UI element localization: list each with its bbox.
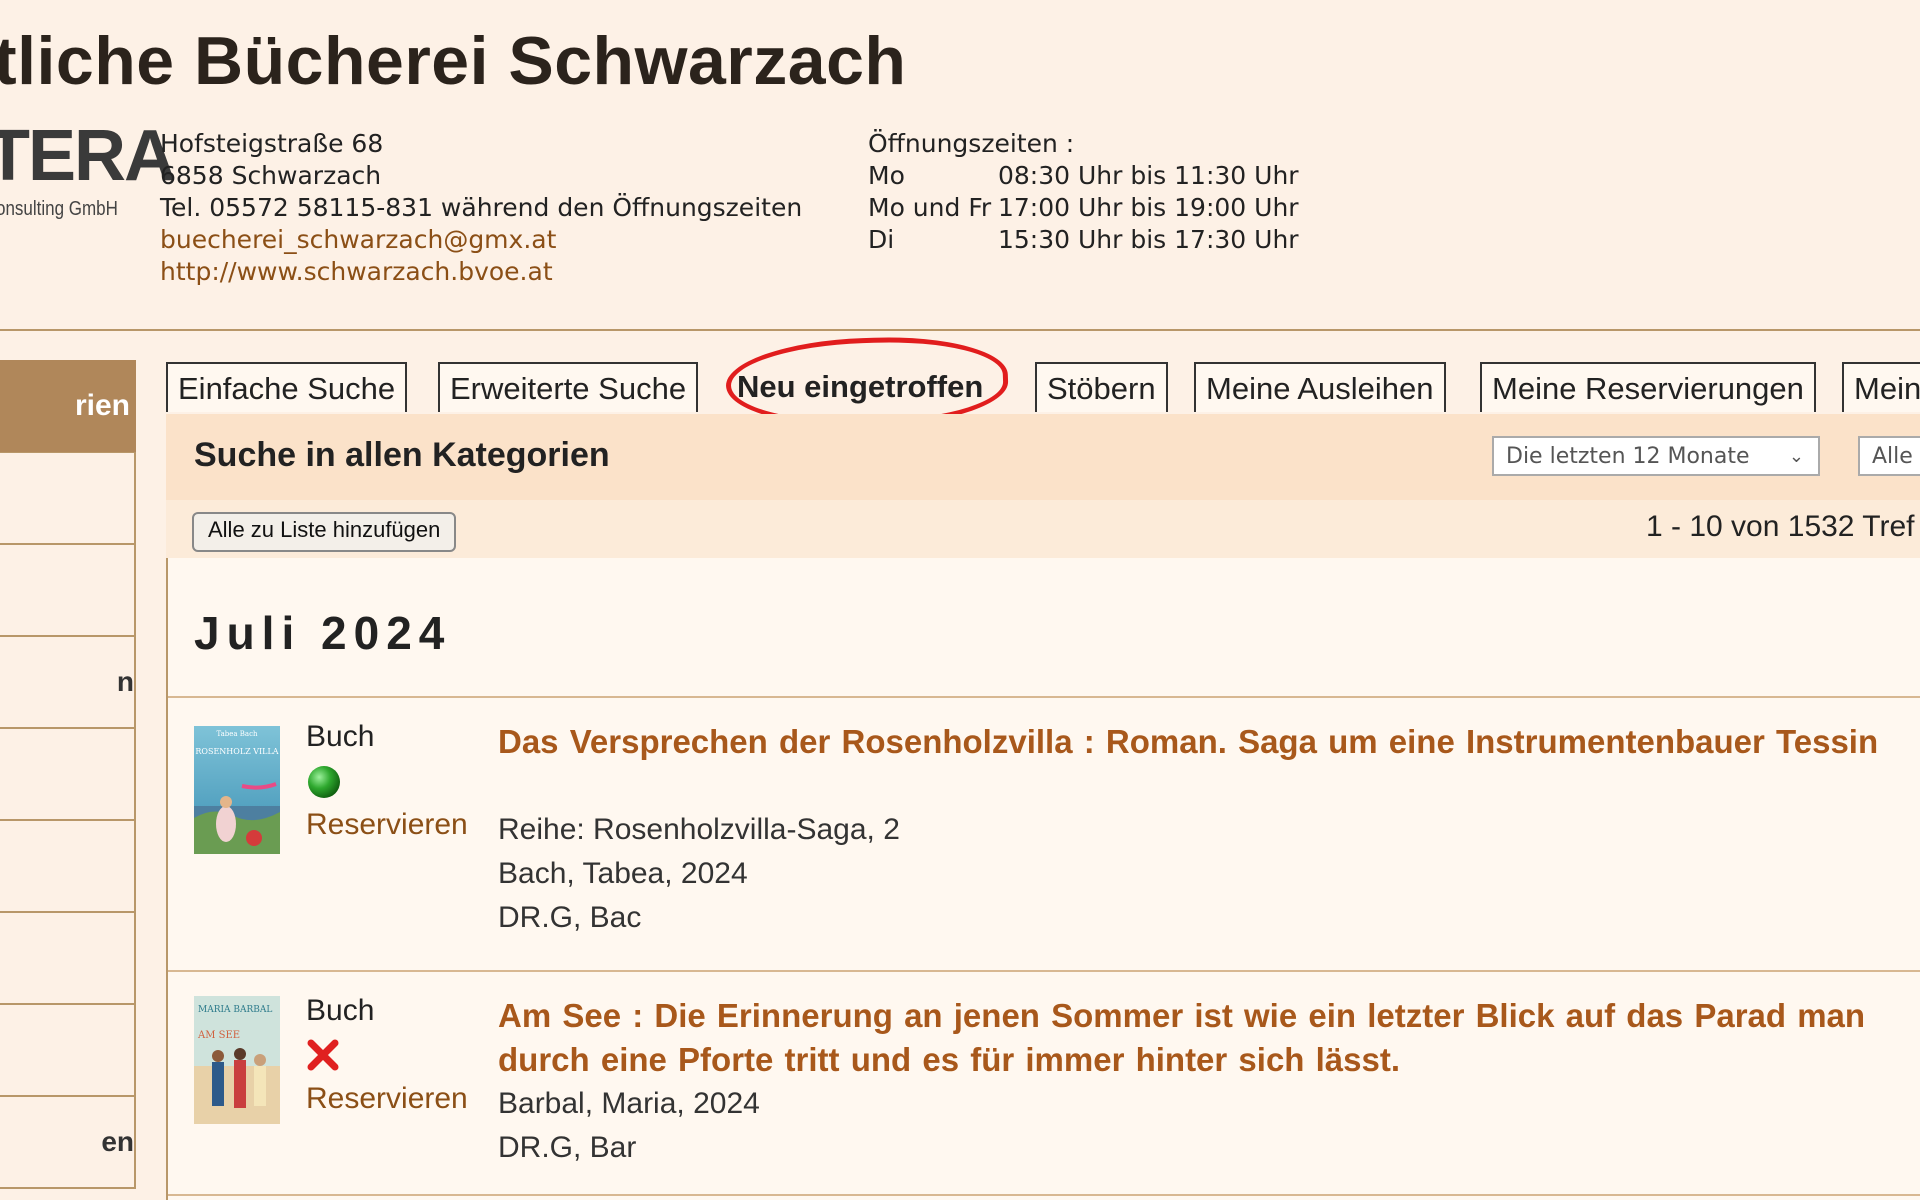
sidebar-item[interactable]: en	[0, 1097, 136, 1189]
available-icon	[306, 764, 342, 804]
reserve-link[interactable]: Reservieren	[306, 808, 468, 842]
cover-title-text: ROSENHOLZ VILLA	[195, 747, 278, 756]
hours-day: Di	[868, 225, 895, 254]
sidebar-item[interactable]	[0, 913, 136, 1005]
category-value: Alle	[1872, 444, 1913, 469]
hours-row: Mo und Fr 17:00 Uhr bis 19:00 Uhr	[868, 192, 1299, 224]
tab-stoebern[interactable]: Stöbern	[1035, 362, 1168, 412]
period-select[interactable]: Die letzten 12 Monate ⌄	[1492, 436, 1820, 476]
library-title: tliche Bücherei Schwarzach	[0, 23, 907, 99]
hours-time: 08:30 Uhr bis 11:30 Uhr	[998, 161, 1299, 190]
period-value: Die letzten 12 Monate	[1506, 444, 1750, 469]
cover-author-text: MARIA BARBAL	[198, 1005, 272, 1015]
tab-mein[interactable]: Mein	[1842, 362, 1920, 412]
book-title-link[interactable]: Das Versprechen der Rosenholzvilla : Rom…	[498, 720, 1920, 764]
results-list: Juli 2024 Tabea Bach ROSENHOLZ VILLA Buc…	[166, 558, 1920, 1200]
hours-day: Mo und Fr	[868, 193, 992, 222]
sidebar-heading: rien	[0, 360, 136, 453]
chevron-down-icon: ⌄	[1788, 446, 1804, 467]
reserve-link[interactable]: Reservieren	[306, 1082, 468, 1116]
month-heading: Juli 2024	[194, 607, 452, 659]
cover-title-text: AM SEE	[197, 1030, 240, 1041]
category-sidebar: rien n en	[0, 360, 136, 1189]
signature: DR.G, Bac	[498, 901, 642, 934]
tab-meine-reservierungen[interactable]: Meine Reservierungen	[1480, 362, 1816, 412]
address-block: Hofsteigstraße 68 6858 Schwarzach Tel. 0…	[160, 128, 802, 288]
hours-time: 17:00 Uhr bis 19:00 Uhr	[998, 193, 1299, 222]
email-link[interactable]: buecherei_schwarzach@gmx.at	[160, 225, 556, 254]
unavailable-icon	[306, 1038, 340, 1076]
author-year: Barbal, Maria, 2024	[498, 1087, 760, 1120]
series-info: Reihe: Rosenholzvilla-Saga, 2	[498, 813, 900, 846]
header-divider	[0, 329, 1920, 331]
sidebar-item[interactable]: n	[0, 637, 136, 729]
city: 6858 Schwarzach	[160, 161, 382, 190]
tab-meine-ausleihen[interactable]: Meine Ausleihen	[1194, 362, 1446, 412]
book-cover[interactable]: MARIA BARBAL AM SEE	[194, 996, 280, 1124]
phone: Tel. 05572 58115-831 während den Öffnung…	[160, 193, 803, 222]
category-select[interactable]: Alle	[1858, 436, 1920, 476]
book-cover[interactable]: Tabea Bach ROSENHOLZ VILLA	[194, 726, 280, 854]
tab-neu-eingetroffen[interactable]: Neu eingetroffen	[727, 362, 994, 412]
sidebar-item[interactable]	[0, 729, 136, 821]
sidebar-item[interactable]	[0, 545, 136, 637]
divider	[168, 970, 1920, 972]
hours-time: 15:30 Uhr bis 17:30 Uhr	[998, 225, 1299, 254]
hours-row: Di 15:30 Uhr bis 17:30 Uhr	[868, 224, 1299, 256]
action-bar: Alle zu Liste hinzufügen 1 - 10 von 1532…	[166, 500, 1920, 558]
cover-author-text: Tabea Bach	[216, 730, 258, 738]
divider	[168, 1194, 1920, 1196]
hours-label: Öffnungszeiten :	[868, 129, 1075, 158]
sidebar-item[interactable]	[0, 453, 136, 545]
website-link[interactable]: http://www.schwarzach.bvoe.at	[160, 257, 553, 286]
search-label: Suche in allen Kategorien	[194, 436, 610, 474]
tab-einfache-suche[interactable]: Einfache Suche	[166, 362, 408, 412]
signature: DR.G, Bar	[498, 1131, 637, 1164]
tab-erweiterte-suche[interactable]: Erweiterte Suche	[438, 362, 699, 412]
book-title-link[interactable]: Am See : Die Erinnerung an jenen Sommer …	[498, 994, 1920, 1082]
hours-row: Mo 08:30 Uhr bis 11:30 Uhr	[868, 160, 1299, 192]
sidebar-item[interactable]	[0, 1005, 136, 1097]
divider	[168, 696, 1920, 698]
result-count: 1 - 10 von 1532 Tref	[1646, 510, 1915, 543]
opening-hours: Öffnungszeiten : Mo 08:30 Uhr bis 11:30 U…	[868, 128, 1299, 256]
logo-subtitle: onsulting GmbH	[0, 198, 118, 220]
media-type: Buch	[306, 994, 375, 1027]
logo: TERA	[0, 116, 176, 196]
media-type: Buch	[306, 720, 375, 753]
sidebar-item[interactable]	[0, 821, 136, 913]
street: Hofsteigstraße 68	[160, 129, 384, 158]
search-header: Suche in allen Kategorien Die letzten 12…	[166, 414, 1920, 500]
add-all-to-list-button[interactable]: Alle zu Liste hinzufügen	[192, 512, 457, 552]
hours-day: Mo	[868, 161, 905, 190]
author-year: Bach, Tabea, 2024	[498, 857, 748, 890]
